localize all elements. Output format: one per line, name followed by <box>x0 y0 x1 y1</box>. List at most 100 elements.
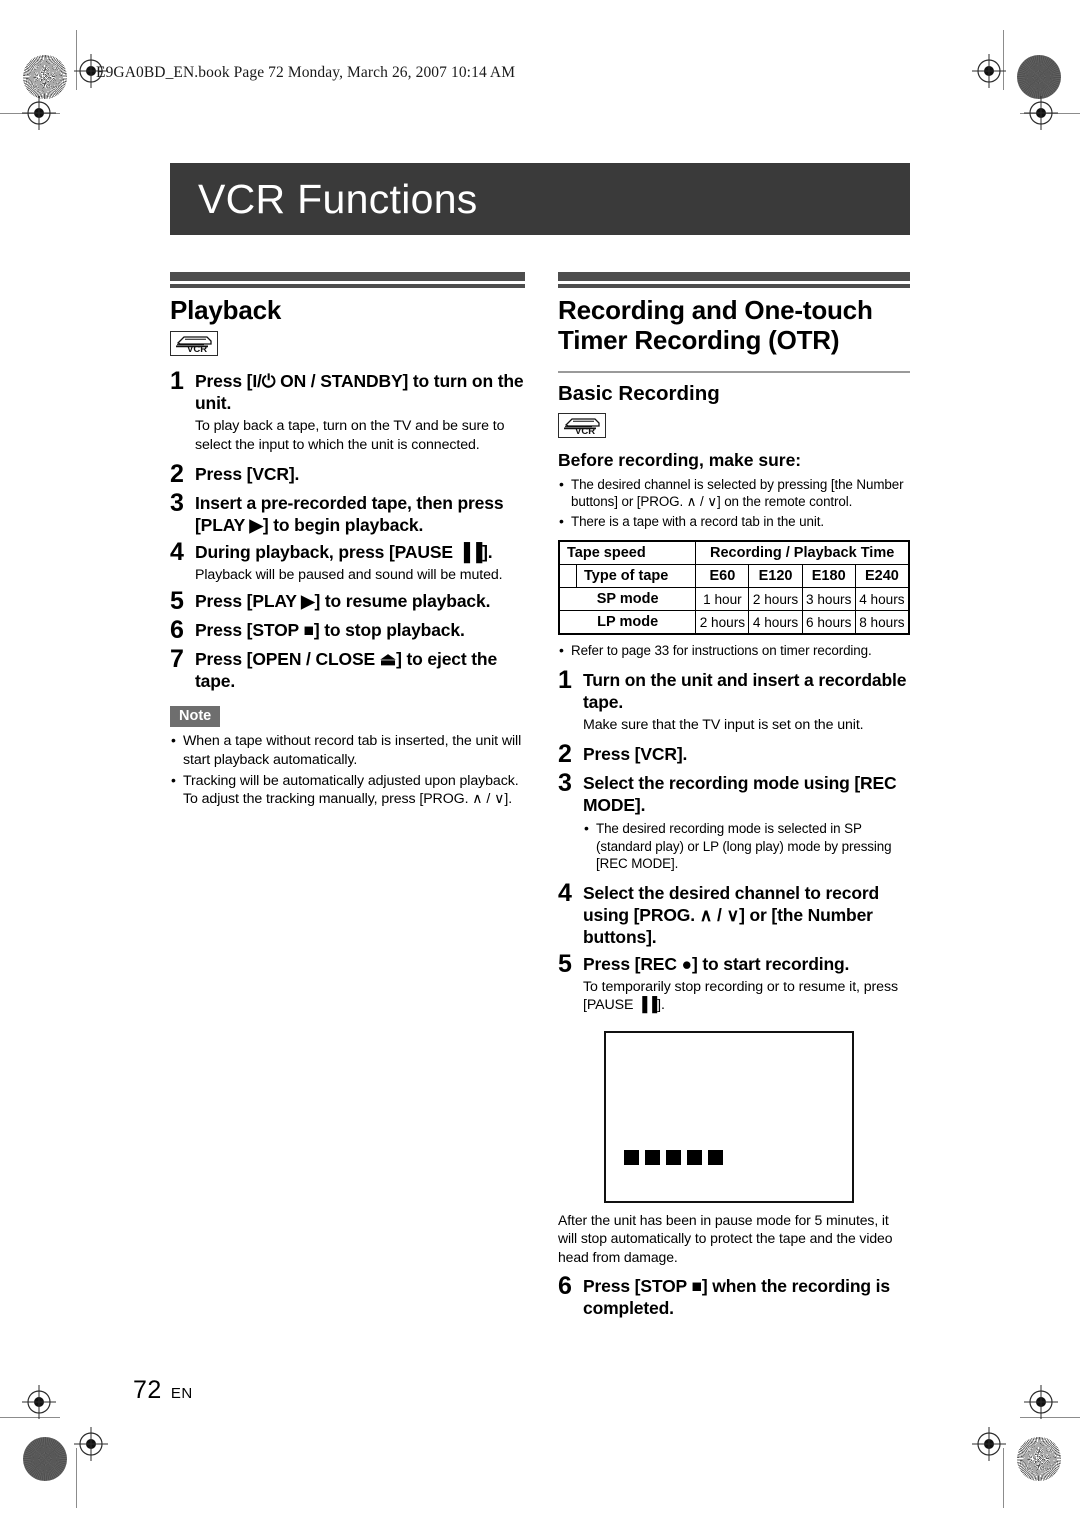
indicator-square <box>666 1149 681 1165</box>
page-title: VCR Functions <box>198 175 478 222</box>
language-code: EN <box>170 1385 193 1402</box>
table-col-header: E240 <box>854 564 910 589</box>
table-col-header: E120 <box>748 564 803 589</box>
rec-mode-bullet: The desired recording mode is selected i… <box>583 819 910 872</box>
rec-mode-bullets: The desired recording mode is selected i… <box>583 819 910 872</box>
table-cell: 2 hours <box>748 587 803 612</box>
registration-crosshair-7 <box>1024 1385 1058 1419</box>
note-bullet: Tracking will be automatically adjusted … <box>170 771 525 810</box>
step-subtext: Make sure that the TV input is set on th… <box>583 716 864 733</box>
registration-blob-bottom-left <box>23 1437 67 1481</box>
table-row-label-header: Type of tape <box>575 564 697 589</box>
document-header-line: E9GA0BD_EN.book Page 72 Monday, March 26… <box>96 64 516 81</box>
registration-starburst-bottom-right <box>1017 1437 1061 1481</box>
step-number: 6 <box>558 1272 572 1300</box>
table-cell: 4 hours <box>854 587 910 612</box>
step-item: 1 Turn on the unit and insert a recordab… <box>558 665 910 735</box>
step-item: 3 Select the recording mode using [REC M… <box>558 771 910 872</box>
registration-blob-top-right <box>1017 55 1061 99</box>
section-rule-bar <box>558 272 910 281</box>
step-heading: During playback, press [PAUSE ▐▐]. <box>195 542 493 563</box>
right-column: Recording and One-touch Timer Recording … <box>558 272 910 1319</box>
table-cell: 2 hours <box>695 610 750 635</box>
step-item: 2 Press [VCR]. <box>558 740 910 769</box>
subsection-heading-basic-recording: Basic Recording <box>558 382 720 406</box>
step-heading: Press [VCR]. <box>583 744 688 765</box>
registration-crosshair-4 <box>1024 96 1058 130</box>
step-subtext: Playback will be paused and sound will b… <box>195 567 503 584</box>
registration-crosshair-2 <box>22 96 56 130</box>
step-item: 1 Press [I/⏻ ON / STANDBY] to turn on th… <box>170 367 525 454</box>
step-item: 6 Press [STOP ■] to stop playback. <box>170 615 525 644</box>
step-item: 3 Insert a pre-recorded tape, then press… <box>170 489 525 536</box>
step-heading: Insert a pre-recorded tape, then press [… <box>195 493 504 536</box>
tape-speed-table: Tape speed Recording / Playback Time Typ… <box>558 540 910 636</box>
before-recording-bullets: The desired channel is selected by press… <box>558 475 910 531</box>
step-heading: Press [PLAY ▶] to resume playback. <box>195 590 491 611</box>
before-recording-heading: Before recording, make sure: <box>558 449 802 470</box>
before-bullet: The desired channel is selected by press… <box>558 475 910 511</box>
vcr-badge-icon: VCR <box>170 331 218 357</box>
table-cell: 4 hours <box>748 610 803 635</box>
pause-screen-illustration <box>604 1030 854 1203</box>
step-number: 5 <box>170 586 184 615</box>
step-heading: Turn on the unit and insert a recordable… <box>583 669 907 712</box>
step-number: 3 <box>170 489 184 518</box>
table-cell: 6 hours <box>801 610 856 635</box>
table-row-label: LP mode <box>558 610 697 635</box>
step-number: 4 <box>170 538 184 567</box>
step-number: 7 <box>170 644 184 673</box>
step-heading: Press [REC ●] to start recording. <box>583 953 850 974</box>
table-row: SP mode 1 hour 2 hours 3 hours 4 hours <box>558 587 910 612</box>
refer-note-list: Refer to page 33 for instructions on tim… <box>558 641 910 660</box>
step-item: 4 During playback, press [PAUSE ▐▐]. Pla… <box>170 538 525 585</box>
step-number: 1 <box>170 367 184 396</box>
table-span-header: Recording / Playback Time <box>695 540 910 566</box>
chapter-title-banner: VCR Functions <box>170 163 910 235</box>
step-heading: Press [STOP ■] to stop playback. <box>195 619 465 640</box>
step-number: 5 <box>558 949 572 978</box>
before-bullet: There is a tape with a record tab in the… <box>558 512 910 531</box>
step-number: 4 <box>558 878 572 907</box>
note-bullet: When a tape without record tab is insert… <box>170 731 525 770</box>
indicator-square <box>687 1149 702 1165</box>
pause-indicator-squares <box>624 1149 723 1165</box>
registration-crosshair-8 <box>972 1427 1006 1461</box>
table-row: LP mode 2 hours 4 hours 6 hours 8 hours <box>558 610 910 635</box>
step-item: 7 Press [OPEN / CLOSE ⏏] to eject the ta… <box>170 644 525 692</box>
table-cell: 8 hours <box>854 610 910 635</box>
subsection-divider <box>558 371 910 374</box>
step-number: 6 <box>170 615 184 644</box>
step-heading: Press [OPEN / CLOSE ⏏] to eject the tape… <box>195 648 498 691</box>
indicator-square <box>645 1149 660 1165</box>
registration-crosshair-3 <box>972 54 1006 88</box>
section-heading-recording: Recording and One-touch Timer Recording … <box>558 295 873 356</box>
step-heading: Press [VCR]. <box>195 464 300 485</box>
svg-text:VCR: VCR <box>575 426 595 436</box>
section-rule-line <box>170 284 525 288</box>
section-rule-bar <box>170 272 525 281</box>
step-heading: Press [I/⏻ ON / STANDBY] to turn on the … <box>195 371 524 414</box>
table-col-header: E180 <box>801 564 856 589</box>
indicator-square <box>624 1149 639 1165</box>
indicator-square <box>708 1149 723 1165</box>
section-rule-line <box>558 284 910 288</box>
registration-crosshair-6 <box>74 1427 108 1461</box>
step-number: 2 <box>170 460 184 489</box>
step-number: 2 <box>558 740 572 769</box>
note-badge: Note <box>170 705 221 727</box>
table-row: Tape speed Recording / Playback Time <box>558 540 910 566</box>
step-heading: Select the recording mode using [REC MOD… <box>583 773 897 816</box>
svg-text:VCR: VCR <box>187 344 207 354</box>
step-number: 1 <box>558 665 572 694</box>
refer-note-bullet: Refer to page 33 for instructions on tim… <box>558 641 910 660</box>
pause-mode-caption: After the unit has been in pause mode fo… <box>558 1211 893 1265</box>
left-column: Playback VCR 1 Press [I/⏻ ON / STANDBY] … <box>170 272 525 809</box>
vcr-badge-icon: VCR <box>558 412 606 438</box>
table-row: Type of tape E60 E120 E180 E240 <box>559 564 910 589</box>
table-row-label: SP mode <box>558 587 697 612</box>
step-item: 5 Press [REC ●] to start recording. To t… <box>558 949 910 1015</box>
step-item: 4 Select the desired channel to record u… <box>558 878 910 948</box>
table-col-header: E60 <box>695 564 750 589</box>
step-heading: Select the desired channel to record usi… <box>583 882 880 947</box>
